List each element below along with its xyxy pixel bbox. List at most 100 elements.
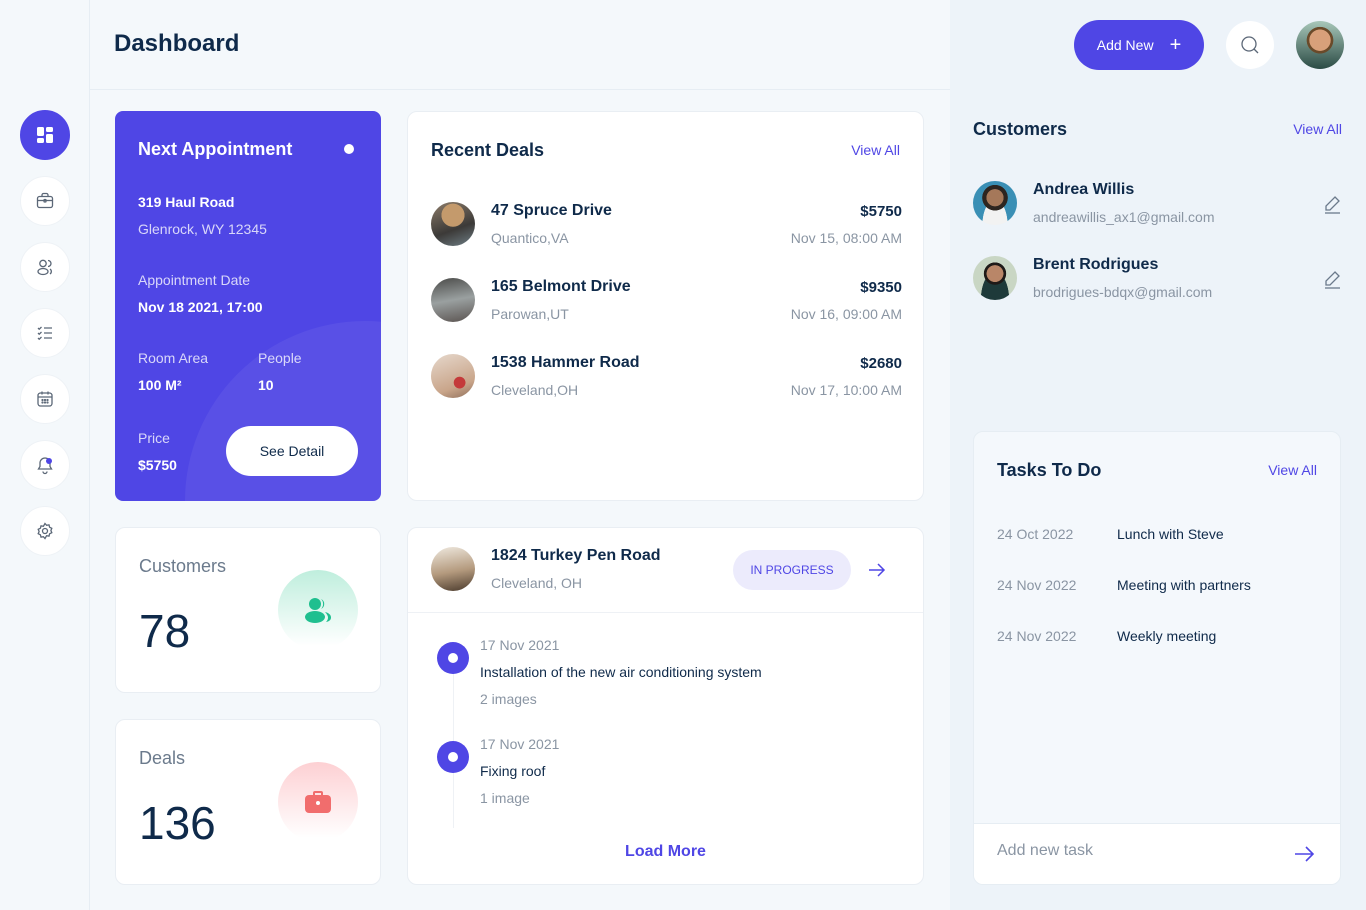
deal-date: Nov 17, 10:00 AM (790, 382, 902, 398)
deal-progress-header: 1824 Turkey Pen Road Cleveland, OH IN PR… (408, 528, 923, 613)
customers-stat-label: Customers (139, 556, 227, 576)
deal-thumbnail (431, 547, 475, 591)
timeline-dot (437, 642, 469, 674)
recent-deals-view-all-link[interactable]: View All (851, 142, 900, 158)
grid-icon (37, 127, 53, 143)
recent-deals-card: Recent Deals View All 47 Spruce Drive Qu… (407, 111, 924, 501)
add-new-label: Add New (1096, 37, 1154, 53)
plus-icon: + (1169, 34, 1182, 56)
customer-avatar (973, 256, 1017, 300)
notification-badge (46, 458, 52, 464)
edit-icon[interactable] (1321, 193, 1343, 215)
deal-row[interactable]: 47 Spruce Drive Quantico,VA $5750 Nov 15… (431, 202, 902, 252)
customers-title: Customers (973, 119, 1068, 139)
room-area-value: 100 M² (138, 377, 182, 393)
status-dot (344, 144, 354, 154)
timeline-date: 17 Nov 2021 (480, 736, 560, 752)
header: Dashboard (90, 0, 950, 90)
deal-location: Cleveland,OH (491, 382, 579, 398)
room-area-label: Room Area (138, 350, 209, 366)
deal-name: 47 Spruce Drive (491, 202, 612, 219)
task-text: Weekly meeting (1117, 628, 1217, 644)
customer-name: Brent Rodrigues (1033, 256, 1159, 273)
task-date: 24 Nov 2022 (997, 628, 1077, 644)
user-avatar[interactable] (1296, 21, 1344, 69)
customer-email: andreawillis_ax1@gmail.com (1033, 209, 1215, 225)
search-button[interactable] (1226, 21, 1274, 69)
customer-row[interactable]: Andrea Willis andreawillis_ax1@gmail.com (973, 181, 1343, 231)
appointment-title: Next Appointment (138, 139, 293, 159)
deal-price: $2680 (860, 355, 902, 372)
see-detail-button[interactable]: See Detail (226, 426, 358, 476)
deals-stat-label: Deals (139, 748, 186, 768)
recent-deals-title: Recent Deals (431, 140, 545, 160)
deal-date: Nov 15, 08:00 AM (790, 230, 902, 246)
add-task-bar (974, 823, 1340, 884)
deals-stat-icon (278, 762, 358, 842)
timeline-text: Fixing roof (480, 763, 546, 779)
task-text: Meeting with partners (1117, 577, 1251, 593)
topbar-actions: Add New + (1074, 20, 1344, 70)
people-value: 10 (258, 377, 274, 393)
progress-deal-name: 1824 Turkey Pen Road (491, 547, 661, 564)
timeline-text: Installation of the new air conditioning… (480, 664, 762, 680)
deals-stat-card: Deals 136 (115, 719, 381, 885)
users-icon (37, 259, 52, 276)
customers-view-all-link[interactable]: View All (1293, 121, 1342, 137)
deal-price: $5750 (860, 203, 902, 220)
tasks-title: Tasks To Do (997, 460, 1102, 480)
deal-row[interactable]: 165 Belmont Drive Parowan,UT $9350 Nov 1… (431, 278, 902, 328)
edit-icon[interactable] (1321, 268, 1343, 290)
customer-avatar (973, 181, 1017, 225)
timeline-dot (437, 741, 469, 773)
deal-thumbnail (431, 202, 475, 246)
gear-icon (37, 522, 53, 540)
progress-deal-location: Cleveland, OH (491, 575, 583, 591)
sidebar-item-settings[interactable] (20, 506, 70, 556)
customers-stat-card: Customers 78 (115, 527, 381, 693)
page-title: Dashboard (114, 30, 240, 57)
arrow-right-icon[interactable] (1292, 842, 1316, 866)
load-more-button[interactable]: Load More (408, 843, 923, 861)
deal-name: 165 Belmont Drive (491, 278, 631, 295)
next-appointment-card: Next Appointment 319 Haul Road Glenrock,… (115, 111, 381, 501)
add-task-input[interactable] (997, 842, 1267, 860)
sidebar-nav (20, 110, 70, 556)
deal-thumbnail (431, 354, 475, 398)
sidebar (0, 0, 90, 910)
arrow-right-icon[interactable] (867, 561, 887, 579)
sidebar-item-calendar[interactable] (20, 374, 70, 424)
appointment-address: 319 Haul Road (138, 194, 235, 210)
customers-stat-icon (278, 570, 358, 650)
task-date: 24 Nov 2022 (997, 577, 1077, 593)
timeline-images[interactable]: 2 images (480, 691, 537, 707)
appointment-date-label: Appointment Date (138, 272, 251, 288)
customer-row[interactable]: Brent Rodrigues brodrigues-bdqx@gmail.co… (973, 256, 1343, 306)
deals-stat-value: 136 (139, 797, 216, 849)
tasks-card: Tasks To Do View All 24 Oct 2022 Lunch w… (973, 431, 1341, 885)
sidebar-item-customers[interactable] (20, 242, 70, 292)
tasks-view-all-link[interactable]: View All (1268, 462, 1317, 478)
sidebar-item-dashboard[interactable] (20, 110, 70, 160)
status-badge: IN PROGRESS (733, 550, 851, 590)
price-label: Price (138, 430, 170, 446)
deal-location: Parowan,UT (491, 306, 569, 322)
add-new-button[interactable]: Add New + (1074, 20, 1204, 70)
task-text: Lunch with Steve (1117, 526, 1224, 542)
deal-thumbnail (431, 278, 475, 322)
deal-date: Nov 16, 09:00 AM (790, 306, 902, 322)
bell-icon (37, 457, 53, 475)
sidebar-item-deals[interactable] (20, 176, 70, 226)
appointment-date-value: Nov 18 2021, 17:00 (138, 299, 263, 315)
price-value: $5750 (138, 457, 177, 473)
people-label: People (258, 350, 302, 366)
customer-email: brodrigues-bdqx@gmail.com (1033, 284, 1213, 300)
customers-stat-value: 78 (139, 605, 191, 657)
sidebar-item-notifications[interactable] (20, 440, 70, 490)
sidebar-item-tasks[interactable] (20, 308, 70, 358)
deal-row[interactable]: 1538 Hammer Road Cleveland,OH $2680 Nov … (431, 354, 902, 404)
checklist-icon (37, 326, 52, 341)
timeline-date: 17 Nov 2021 (480, 637, 560, 653)
calendar-icon (37, 391, 53, 407)
timeline-images[interactable]: 1 image (480, 790, 530, 806)
